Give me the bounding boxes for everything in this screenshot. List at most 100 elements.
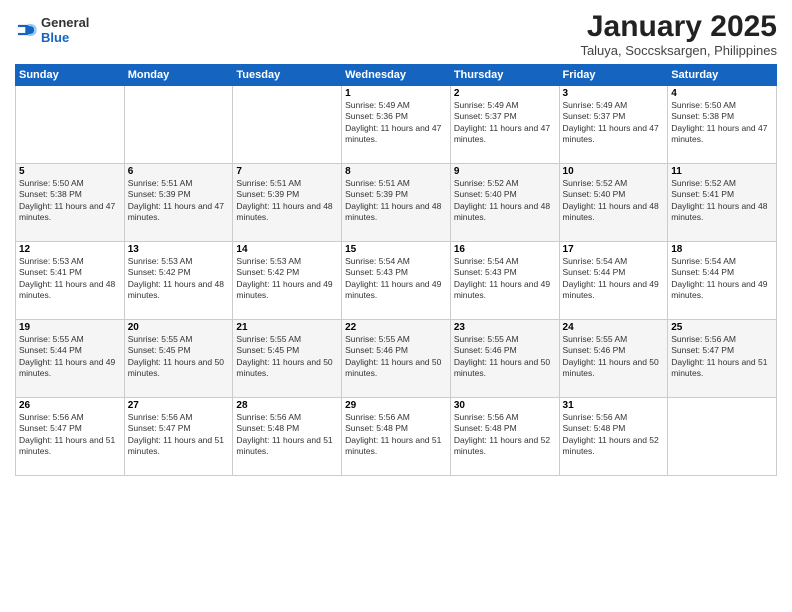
cell-content: Sunrise: 5:56 AM Sunset: 5:48 PM Dayligh… — [454, 412, 556, 458]
cell-content: Sunrise: 5:56 AM Sunset: 5:47 PM Dayligh… — [19, 412, 121, 458]
cell-content: Sunrise: 5:54 AM Sunset: 5:43 PM Dayligh… — [454, 256, 556, 302]
cell-content: Sunrise: 5:56 AM Sunset: 5:48 PM Dayligh… — [345, 412, 447, 458]
logo-blue-text: Blue — [41, 30, 89, 45]
cell-content: Sunrise: 5:55 AM Sunset: 5:44 PM Dayligh… — [19, 334, 121, 380]
week-row-1: 1Sunrise: 5:49 AM Sunset: 5:36 PM Daylig… — [16, 86, 777, 164]
calendar-cell: 5Sunrise: 5:50 AM Sunset: 5:38 PM Daylig… — [16, 164, 125, 242]
cell-content: Sunrise: 5:54 AM Sunset: 5:44 PM Dayligh… — [563, 256, 665, 302]
calendar-cell: 3Sunrise: 5:49 AM Sunset: 5:37 PM Daylig… — [559, 86, 668, 164]
day-number: 5 — [19, 166, 121, 177]
cell-content: Sunrise: 5:53 AM Sunset: 5:42 PM Dayligh… — [236, 256, 338, 302]
cell-content: Sunrise: 5:49 AM Sunset: 5:37 PM Dayligh… — [454, 100, 556, 146]
day-number: 4 — [671, 88, 773, 99]
calendar-cell: 1Sunrise: 5:49 AM Sunset: 5:36 PM Daylig… — [342, 86, 451, 164]
cell-content: Sunrise: 5:49 AM Sunset: 5:36 PM Dayligh… — [345, 100, 447, 146]
logo-icon — [15, 19, 37, 41]
header-monday: Monday — [124, 65, 233, 86]
header-saturday: Saturday — [668, 65, 777, 86]
cell-content: Sunrise: 5:54 AM Sunset: 5:44 PM Dayligh… — [671, 256, 773, 302]
header-sunday: Sunday — [16, 65, 125, 86]
logo: General Blue — [15, 14, 89, 45]
week-row-5: 26Sunrise: 5:56 AM Sunset: 5:47 PM Dayli… — [16, 398, 777, 476]
cell-content: Sunrise: 5:54 AM Sunset: 5:43 PM Dayligh… — [345, 256, 447, 302]
calendar-cell — [668, 398, 777, 476]
day-number: 29 — [345, 400, 447, 411]
cell-content: Sunrise: 5:52 AM Sunset: 5:41 PM Dayligh… — [671, 178, 773, 224]
calendar-cell: 19Sunrise: 5:55 AM Sunset: 5:44 PM Dayli… — [16, 320, 125, 398]
calendar-cell: 24Sunrise: 5:55 AM Sunset: 5:46 PM Dayli… — [559, 320, 668, 398]
calendar-cell — [124, 86, 233, 164]
calendar-cell: 9Sunrise: 5:52 AM Sunset: 5:40 PM Daylig… — [450, 164, 559, 242]
calendar-cell: 27Sunrise: 5:56 AM Sunset: 5:47 PM Dayli… — [124, 398, 233, 476]
calendar-cell: 11Sunrise: 5:52 AM Sunset: 5:41 PM Dayli… — [668, 164, 777, 242]
calendar-cell: 23Sunrise: 5:55 AM Sunset: 5:46 PM Dayli… — [450, 320, 559, 398]
week-row-3: 12Sunrise: 5:53 AM Sunset: 5:41 PM Dayli… — [16, 242, 777, 320]
header-thursday: Thursday — [450, 65, 559, 86]
calendar-cell: 22Sunrise: 5:55 AM Sunset: 5:46 PM Dayli… — [342, 320, 451, 398]
cell-content: Sunrise: 5:56 AM Sunset: 5:48 PM Dayligh… — [563, 412, 665, 458]
day-number: 10 — [563, 166, 665, 177]
day-number: 17 — [563, 244, 665, 255]
day-number: 31 — [563, 400, 665, 411]
day-number: 21 — [236, 322, 338, 333]
calendar-cell: 16Sunrise: 5:54 AM Sunset: 5:43 PM Dayli… — [450, 242, 559, 320]
header-wednesday: Wednesday — [342, 65, 451, 86]
calendar-title: January 2025 — [580, 10, 777, 43]
week-row-4: 19Sunrise: 5:55 AM Sunset: 5:44 PM Dayli… — [16, 320, 777, 398]
calendar-cell: 7Sunrise: 5:51 AM Sunset: 5:39 PM Daylig… — [233, 164, 342, 242]
calendar-cell: 8Sunrise: 5:51 AM Sunset: 5:39 PM Daylig… — [342, 164, 451, 242]
calendar-cell: 6Sunrise: 5:51 AM Sunset: 5:39 PM Daylig… — [124, 164, 233, 242]
title-area: January 2025 Taluya, Soccsksargen, Phili… — [580, 10, 777, 58]
cell-content: Sunrise: 5:52 AM Sunset: 5:40 PM Dayligh… — [454, 178, 556, 224]
day-number: 7 — [236, 166, 338, 177]
logo-general-text: General — [41, 15, 89, 30]
day-number: 23 — [454, 322, 556, 333]
cell-content: Sunrise: 5:50 AM Sunset: 5:38 PM Dayligh… — [671, 100, 773, 146]
day-number: 26 — [19, 400, 121, 411]
calendar-cell: 4Sunrise: 5:50 AM Sunset: 5:38 PM Daylig… — [668, 86, 777, 164]
cell-content: Sunrise: 5:52 AM Sunset: 5:40 PM Dayligh… — [563, 178, 665, 224]
day-number: 24 — [563, 322, 665, 333]
calendar-cell: 15Sunrise: 5:54 AM Sunset: 5:43 PM Dayli… — [342, 242, 451, 320]
calendar-cell — [233, 86, 342, 164]
day-number: 13 — [128, 244, 230, 255]
cell-content: Sunrise: 5:51 AM Sunset: 5:39 PM Dayligh… — [345, 178, 447, 224]
day-number: 30 — [454, 400, 556, 411]
day-number: 6 — [128, 166, 230, 177]
logo-text-block: General Blue — [41, 14, 89, 45]
day-number: 8 — [345, 166, 447, 177]
calendar-cell: 28Sunrise: 5:56 AM Sunset: 5:48 PM Dayli… — [233, 398, 342, 476]
calendar-cell: 29Sunrise: 5:56 AM Sunset: 5:48 PM Dayli… — [342, 398, 451, 476]
day-number: 12 — [19, 244, 121, 255]
cell-content: Sunrise: 5:56 AM Sunset: 5:47 PM Dayligh… — [128, 412, 230, 458]
calendar-cell: 17Sunrise: 5:54 AM Sunset: 5:44 PM Dayli… — [559, 242, 668, 320]
day-number: 18 — [671, 244, 773, 255]
day-header-row: Sunday Monday Tuesday Wednesday Thursday… — [16, 65, 777, 86]
header-area: General Blue January 2025 Taluya, Soccsk… — [15, 10, 777, 58]
cell-content: Sunrise: 5:53 AM Sunset: 5:41 PM Dayligh… — [19, 256, 121, 302]
calendar-body: 1Sunrise: 5:49 AM Sunset: 5:36 PM Daylig… — [16, 86, 777, 476]
cell-content: Sunrise: 5:51 AM Sunset: 5:39 PM Dayligh… — [236, 178, 338, 224]
cell-content: Sunrise: 5:55 AM Sunset: 5:46 PM Dayligh… — [345, 334, 447, 380]
day-number: 16 — [454, 244, 556, 255]
cell-content: Sunrise: 5:50 AM Sunset: 5:38 PM Dayligh… — [19, 178, 121, 224]
cell-content: Sunrise: 5:56 AM Sunset: 5:47 PM Dayligh… — [671, 334, 773, 380]
week-row-2: 5Sunrise: 5:50 AM Sunset: 5:38 PM Daylig… — [16, 164, 777, 242]
calendar-subtitle: Taluya, Soccsksargen, Philippines — [580, 43, 777, 58]
calendar-cell — [16, 86, 125, 164]
header-friday: Friday — [559, 65, 668, 86]
day-number: 15 — [345, 244, 447, 255]
calendar-cell: 10Sunrise: 5:52 AM Sunset: 5:40 PM Dayli… — [559, 164, 668, 242]
calendar-cell: 31Sunrise: 5:56 AM Sunset: 5:48 PM Dayli… — [559, 398, 668, 476]
cell-content: Sunrise: 5:51 AM Sunset: 5:39 PM Dayligh… — [128, 178, 230, 224]
calendar-cell: 30Sunrise: 5:56 AM Sunset: 5:48 PM Dayli… — [450, 398, 559, 476]
calendar-table: Sunday Monday Tuesday Wednesday Thursday… — [15, 64, 777, 476]
header-tuesday: Tuesday — [233, 65, 342, 86]
cell-content: Sunrise: 5:55 AM Sunset: 5:45 PM Dayligh… — [128, 334, 230, 380]
calendar-cell: 13Sunrise: 5:53 AM Sunset: 5:42 PM Dayli… — [124, 242, 233, 320]
day-number: 28 — [236, 400, 338, 411]
day-number: 11 — [671, 166, 773, 177]
day-number: 14 — [236, 244, 338, 255]
day-number: 1 — [345, 88, 447, 99]
day-number: 27 — [128, 400, 230, 411]
